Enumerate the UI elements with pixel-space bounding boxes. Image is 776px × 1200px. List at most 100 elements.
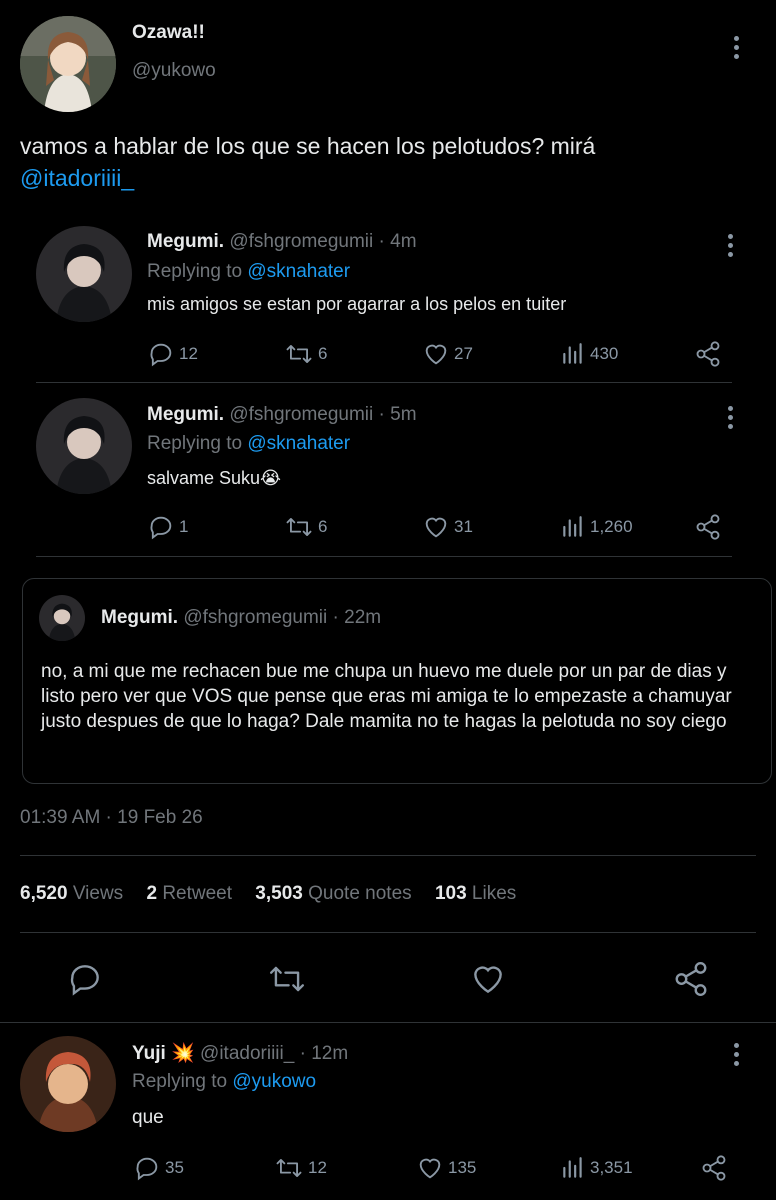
reply-author-handle[interactable]: @fshgromegumii [229, 231, 373, 252]
reply-time: · 4m [378, 231, 417, 252]
quotes-stat[interactable]: 3,503 Quote notes [255, 883, 411, 904]
retweets-stat-label: Retweet [162, 883, 233, 904]
retweet-icon [286, 518, 312, 536]
likes-stat[interactable]: 103 Likes [435, 883, 516, 904]
reply-time: · 5m [378, 404, 417, 425]
heart-icon [419, 1158, 441, 1179]
reply-author-name[interactable]: Megumi. [147, 404, 224, 425]
retweets-stat[interactable]: 2 Retweet [146, 883, 232, 904]
views-count: 3,351 [590, 1158, 633, 1177]
author-handle[interactable]: @yukowo [132, 60, 216, 82]
reply-tweet-author-name[interactable]: Yuji [132, 1043, 166, 1064]
more-options-icon[interactable] [726, 234, 734, 257]
quoted-author-handle[interactable]: @fshgromegumii [183, 607, 327, 628]
views-stat[interactable]: 6,520 Views [20, 883, 123, 904]
mention-link[interactable]: @itadoriiii_ [20, 165, 134, 191]
more-options-icon[interactable] [726, 406, 734, 429]
main-reply-button[interactable] [66, 960, 104, 1003]
reply-count: 1 [179, 517, 189, 536]
main-share-button[interactable] [672, 960, 710, 1003]
reply-icon [150, 516, 172, 540]
main-retweet-button[interactable] [266, 960, 308, 1003]
retweet-icon [286, 345, 312, 363]
reply-button[interactable]: 1 [147, 513, 188, 541]
like-count: 31 [454, 517, 473, 536]
reply-tweet-time: · 12m [299, 1043, 349, 1064]
views-count: 1,260 [590, 517, 633, 536]
like-count: 135 [448, 1158, 477, 1177]
views-count: 430 [590, 344, 619, 363]
reply-avatar[interactable] [36, 226, 132, 322]
retweet-count: 12 [308, 1158, 327, 1177]
replying-to-link[interactable]: @sknahater [247, 261, 350, 282]
like-button[interactable]: 27 [422, 340, 473, 368]
more-options-icon[interactable] [732, 1043, 740, 1066]
reply-tweet-handle[interactable]: @itadoriiii_ [200, 1043, 294, 1064]
retweet-button[interactable]: 6 [284, 340, 327, 368]
reply-button[interactable]: 12 [147, 340, 198, 368]
replying-to-link[interactable]: @yukowo [232, 1071, 316, 1092]
tweet-text: vamos a hablar de los que se hacen los p… [20, 130, 750, 194]
likes-stat-label: Likes [471, 883, 517, 904]
reply-tweet-replying-line: Replying to @yukowo [132, 1071, 316, 1093]
replying-to-link[interactable]: @sknahater [247, 433, 350, 454]
share-icon[interactable] [694, 513, 722, 546]
reply-icon [70, 965, 99, 996]
quoted-text: no, a mi que me rechacen bue me chupa un… [41, 661, 732, 732]
views-button[interactable]: 430 [560, 340, 618, 368]
replying-prefix: Replying to [132, 1071, 228, 1092]
quoted-header: Megumi. @fshgromegumii · 22m [101, 607, 381, 629]
author-avatar[interactable] [20, 16, 116, 112]
heart-icon [425, 344, 447, 365]
quoted-avatar[interactable] [39, 595, 85, 641]
reply-count: 12 [179, 344, 198, 363]
divider [20, 855, 756, 856]
reply-button[interactable]: 35 [133, 1154, 184, 1182]
views-stat-label: Views [72, 883, 124, 904]
tweet-stats: 6,520 Views 2 Retweet 3,503 Quote notes … [20, 883, 516, 905]
views-stat-count: 6,520 [20, 883, 68, 904]
reply-tweet-header: Yuji 💥 @itadoriiii_ · 12m [132, 1041, 348, 1065]
likes-stat-count: 103 [434, 883, 467, 904]
tweet-timestamp[interactable]: 01:39 AM · 19 Feb 26 [20, 807, 203, 829]
explosion-badge-icon: 💥 [171, 1043, 195, 1064]
quoted-author-name[interactable]: Megumi. [101, 607, 178, 628]
views-button[interactable]: 1,260 [560, 513, 633, 541]
share-icon[interactable] [694, 340, 722, 373]
retweet-icon [269, 966, 305, 992]
reply-text: salvame Suku😭 [147, 468, 282, 488]
views-button[interactable]: 3,351 [560, 1154, 633, 1182]
share-icon [675, 961, 707, 997]
author-name[interactable]: Ozawa!! [132, 22, 205, 44]
replying-to-line: Replying to @sknahater [147, 433, 350, 455]
quoted-tweet-card[interactable]: Megumi. @fshgromegumii · 22m no, a mi qu… [22, 578, 772, 784]
retweet-icon [276, 1159, 302, 1177]
reply-tweet-avatar[interactable] [20, 1036, 116, 1132]
quotes-stat-label: Quote notes [308, 883, 412, 904]
reply-author-handle[interactable]: @fshgromegumii [229, 404, 373, 425]
reply-avatar[interactable] [36, 398, 132, 494]
divider [36, 382, 732, 383]
reply-header: Megumi. @fshgromegumii · 5m [147, 404, 417, 426]
divider [20, 932, 756, 933]
main-like-button[interactable] [469, 960, 507, 1003]
replying-prefix: Replying to [147, 433, 243, 454]
bar-chart-icon [563, 343, 582, 364]
reply-author-name[interactable]: Megumi. [147, 231, 224, 252]
quotes-stat-count: 3,503 [255, 883, 303, 904]
share-icon[interactable] [700, 1154, 728, 1187]
retweet-button[interactable]: 12 [274, 1154, 327, 1182]
like-button[interactable]: 31 [422, 513, 473, 541]
more-options-icon[interactable] [732, 36, 740, 59]
retweet-count: 6 [318, 344, 328, 363]
replying-to-line: Replying to @sknahater [147, 261, 350, 283]
like-button[interactable]: 135 [416, 1154, 476, 1182]
heart-icon [425, 517, 447, 538]
like-count: 27 [454, 344, 473, 363]
retweet-button[interactable]: 6 [284, 513, 327, 541]
reply-icon [136, 1157, 158, 1181]
replying-prefix: Replying to [147, 261, 243, 282]
retweets-stat-count: 2 [146, 883, 158, 904]
retweet-count: 6 [318, 517, 328, 536]
divider [0, 1022, 776, 1023]
